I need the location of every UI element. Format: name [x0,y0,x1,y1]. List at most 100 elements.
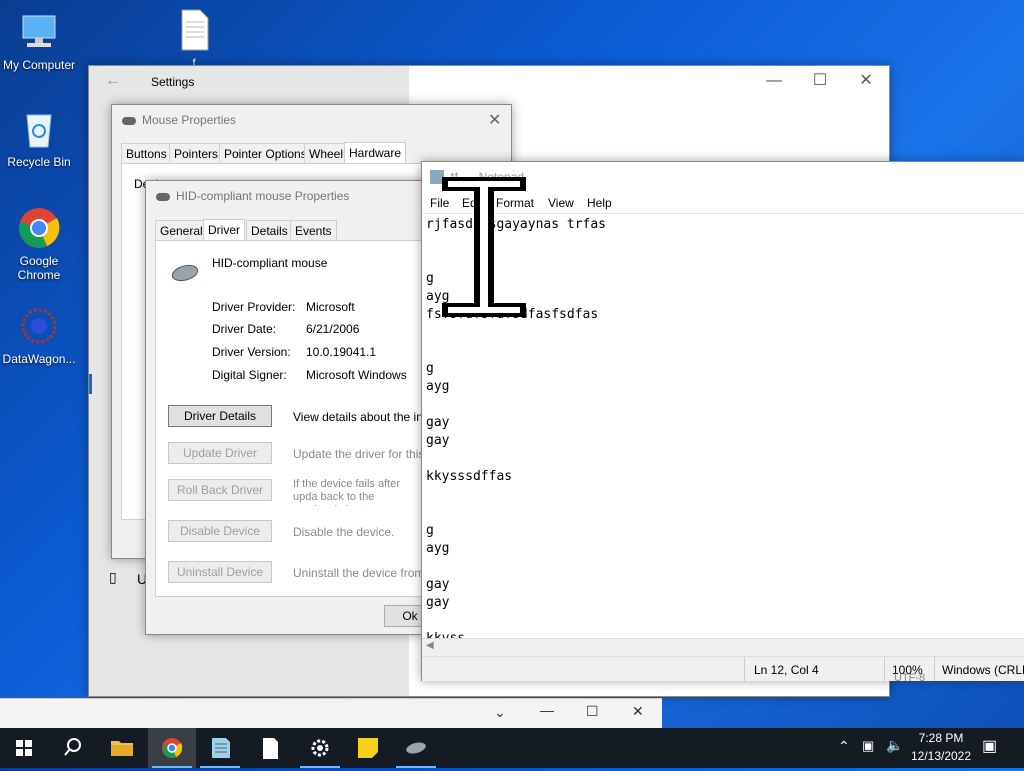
hid-properties-title: HID-compliant mouse Properties [176,189,350,203]
desktop-icon-label: My Computer [2,58,76,72]
start-icon[interactable] [0,728,48,768]
mouse-small-icon [156,193,170,201]
text-line [426,324,1024,342]
tab-pointer-options[interactable]: Pointer Options [219,143,312,164]
text-line: kkysssdffas [426,469,513,484]
notepad-app-icon[interactable] [196,728,244,768]
tab-pointers[interactable]: Pointers [169,143,224,164]
text-line [426,486,1024,504]
roll-back-driver-desc: If the device fails after upda back to t… [293,478,400,506]
scroll-left-icon[interactable]: ◀ [426,640,434,651]
text-line [426,396,1024,414]
driver-details-desc: View details about the insta [293,410,423,424]
digital-signer-value: Microsoft Windows [306,368,407,382]
chevron-down-icon[interactable]: ⌄ [494,704,506,721]
document-icon [172,8,216,52]
desktop-icon-label: DataWagon... [2,352,76,366]
text-line: gay [426,595,450,610]
minimize-button[interactable]: — [751,66,797,96]
notepad-statusbar: Ln 12, Col 4 100% Windows (CRLF [422,656,1024,681]
text-line: gay [426,415,450,430]
desktop-icon-label: Recycle Bin [7,155,71,169]
recycle-bin-icon [17,107,61,151]
tab-wheel[interactable]: Wheel [304,143,349,164]
driver-version-value: 10.0.19041.1 [306,345,377,359]
chrome-icon [17,206,61,250]
text-line [426,450,1024,468]
horizontal-scrollbar[interactable]: ◀ [422,638,1024,656]
hid-mouse-properties-dialog: HID-compliant mouse Properties General D… [145,180,447,635]
uninstall-device-desc: Uninstall the device from th [293,566,423,580]
desktop-icon-my-computer[interactable]: My Computer [0,10,81,72]
mouse-properties-title: Mouse Properties [142,113,237,127]
driver-date-value: 6/21/2006 [306,322,360,336]
driver-details-button[interactable]: Driver Details [168,405,272,427]
text-line [426,558,1024,576]
search-icon[interactable] [48,728,96,768]
network-icon[interactable]: ▣ [862,738,874,754]
background-window-titlebar: ⌄ — ☐ ✕ [0,698,662,729]
tab-general[interactable]: General [155,220,208,241]
text-line [426,342,1024,360]
update-driver-desc: Update the driver for this de [293,447,423,461]
text-line: g [426,361,434,376]
back-arrow-icon[interactable]: ← [105,72,121,90]
cursor-position: Ln 12, Col 4 [754,663,819,677]
update-driver-button[interactable]: Update Driver [168,442,272,464]
close-icon[interactable]: ✕ [488,110,501,130]
tab-hardware[interactable]: Hardware [344,142,407,165]
computer-icon [17,10,61,54]
desktop-icon-google-chrome[interactable]: Google Chrome [0,206,81,282]
tab-details[interactable]: Details [246,220,293,241]
text-line: kkyss [426,630,1024,638]
menu-help[interactable]: Help [587,196,612,210]
volume-icon[interactable]: 🔈 [886,737,903,754]
sticky-notes-icon[interactable] [344,728,392,768]
menu-view[interactable]: View [548,196,574,210]
taskbar-time[interactable]: 7:28 PM [916,731,966,745]
text-cursor-ibeam-icon [438,173,530,324]
maximize-button[interactable]: ☐ [797,66,843,96]
maximize-icon[interactable]: ☐ [586,703,599,720]
disable-device-button[interactable]: Disable Device [168,520,272,542]
file-explorer-icon[interactable] [98,728,146,768]
tab-buttons[interactable]: Buttons [121,143,172,164]
close-icon[interactable]: ✕ [632,703,644,720]
mouse-small-icon [122,117,136,125]
desktop-icon-recycle-bin[interactable]: Recycle Bin [0,107,81,169]
tab-events[interactable]: Events [290,220,337,241]
settings-title: Settings [151,75,195,89]
device-name: HID-compliant mouse [212,256,328,270]
settings-gear-icon[interactable] [296,728,344,768]
desktop-icon-file[interactable]: f [152,8,236,70]
text-line: g [426,523,434,538]
driver-provider-value: Microsoft [306,300,355,314]
tab-driver[interactable]: Driver [203,219,245,242]
mouse-device-icon [170,263,200,286]
usb-icon: ▯ [109,569,117,585]
file-icon[interactable] [246,728,294,768]
uninstall-device-button[interactable]: Uninstall Device [168,561,272,583]
text-line: gay [426,577,450,592]
settings-nav-accent [89,374,92,394]
taskbar-date[interactable]: 12/13/2022 [908,749,974,763]
minimize-icon[interactable]: — [540,702,554,718]
disable-device-desc: Disable the device. [293,525,395,539]
notification-icon[interactable]: ▣ [982,736,997,756]
driver-date-label: Driver Date: [212,322,277,336]
text-line [426,504,1024,522]
text-line [426,612,1024,630]
chevron-up-icon[interactable]: ⌃ [838,738,850,755]
taskbar: ⌃ ▣ 🔈 7:28 PM 12/13/2022 ▣ [0,728,1024,768]
close-button[interactable]: ✕ [843,66,889,96]
chrome-icon[interactable] [148,728,196,768]
roll-back-driver-button[interactable]: Roll Back Driver [168,479,272,501]
datawagon-icon [17,304,61,348]
charset-status-peek: UTF-8 [894,672,926,684]
text-line: gay [426,433,450,448]
desktop-icon-datawagon[interactable]: DataWagon... [0,304,81,366]
text-line: ayg [426,541,450,556]
desktop-icon-label: Google Chrome [17,254,61,282]
mouse-icon[interactable] [392,728,440,768]
line-ending: Windows (CRLF [942,663,1024,677]
